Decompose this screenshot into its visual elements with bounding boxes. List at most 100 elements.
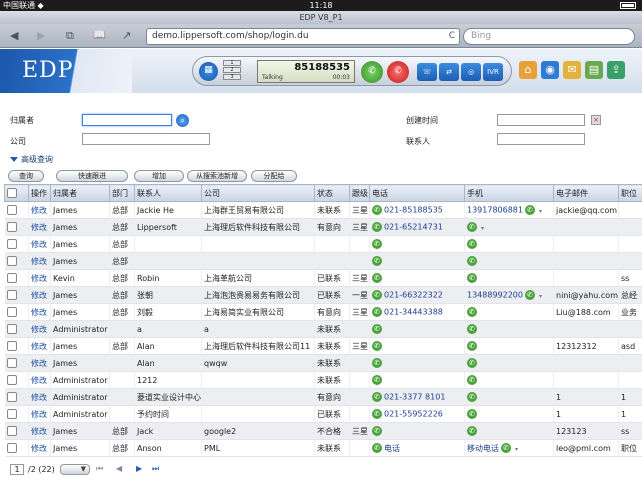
export-icon[interactable]: ⇪ <box>607 61 625 79</box>
table-row[interactable]: 修改 Kevin 总部 Robin 上海革航公司 已联系 三星 ✆ ✆ ss <box>4 269 642 287</box>
mobile-call-icon[interactable]: ✆ <box>467 392 477 402</box>
row-checkbox[interactable] <box>6 290 17 300</box>
bookmarks-icon[interactable]: 📖 <box>93 29 105 43</box>
prev-page-icon[interactable]: ◀ <box>116 464 122 473</box>
mobile-cell[interactable]: 13488992200 ✆ ▾ <box>464 286 554 304</box>
company-input[interactable] <box>82 133 210 145</box>
hangup-call-icon[interactable]: ✆ <box>387 61 409 83</box>
table-row[interactable]: 修改 James Alan qwqw 未联系 ✆ ✆ <box>4 354 642 372</box>
phone-call-icon[interactable]: ✆ <box>372 239 382 249</box>
url-field[interactable]: demo.lippersoft.com/shop/login.du C <box>146 28 460 45</box>
edit-link-text[interactable]: 修改 <box>31 223 47 232</box>
printer-icon[interactable]: ▤ <box>585 61 603 79</box>
mobile-cell[interactable]: ✆ <box>464 422 554 440</box>
mail-icon[interactable]: ✉ <box>563 61 581 79</box>
phone-call-icon[interactable]: ✆ <box>372 256 382 266</box>
row-select-cell[interactable] <box>4 337 29 355</box>
transfer-icon[interactable]: ⇄ <box>439 63 459 81</box>
row-select-cell[interactable] <box>4 388 29 406</box>
last-page-icon[interactable]: ⏭ <box>152 464 159 474</box>
phone-call-icon[interactable]: ✆ <box>372 273 382 283</box>
edit-link[interactable]: 修改 <box>28 218 51 236</box>
dropdown-icon[interactable]: ▾ <box>539 293 542 300</box>
answer-call-icon[interactable]: ✆ <box>361 61 383 83</box>
phone-cell[interactable]: ✆ 021-3377 8101 <box>369 388 465 406</box>
phone-call-icon[interactable]: ✆ <box>372 392 382 402</box>
phone-cell[interactable]: ✆ 021-55952226 <box>369 405 465 423</box>
table-row[interactable]: 修改 James 总部 张朝 上海泡泡贵易易务有限公司 已联系 一星 ✆ 021-6632232… <box>4 286 642 304</box>
table-row[interactable]: 修改 James 总部 Anson PML 未联系 ✆ 电话 移动电话 ✆ ▾ leo@pml.com… <box>4 439 642 457</box>
edit-link-text[interactable]: 修改 <box>31 376 47 385</box>
select-all-checkbox[interactable] <box>7 188 17 198</box>
phone-call-icon[interactable]: ✆ <box>372 375 382 385</box>
phone-cell[interactable]: ✆ <box>369 422 465 440</box>
row-select-cell[interactable] <box>4 371 29 389</box>
edit-link-text[interactable]: 修改 <box>31 444 47 453</box>
table-row[interactable]: 修改 James 总部 ✆ ✆ <box>4 235 642 253</box>
row-checkbox[interactable] <box>6 443 17 453</box>
col-header-mobile[interactable]: 手机 <box>464 184 554 202</box>
phone-cell[interactable]: ✆ <box>369 354 465 372</box>
mobile-cell[interactable]: ✆ <box>464 405 554 423</box>
dropdown-icon[interactable]: ▾ <box>539 208 542 215</box>
query-button[interactable]: 查询 <box>8 170 44 182</box>
conference-icon[interactable]: ◎ <box>461 63 481 81</box>
phone-cell[interactable]: ✆ 021-65214731 <box>369 218 465 236</box>
row-checkbox[interactable] <box>6 426 17 436</box>
mobile-call-icon[interactable]: ✆ <box>467 307 477 317</box>
phone-call-icon[interactable]: ✆ <box>372 426 382 436</box>
phone-cell[interactable]: ✆ <box>369 269 465 287</box>
edit-link-text[interactable]: 修改 <box>31 308 47 317</box>
first-page-icon[interactable]: ⏮ <box>96 464 103 474</box>
phone-cell[interactable]: ✆ <box>369 320 465 338</box>
table-row[interactable]: 修改 James 总部 ✆ ✆ <box>4 252 642 270</box>
col-header-status[interactable]: 状态 <box>314 184 350 202</box>
edit-link-text[interactable]: 修改 <box>31 206 47 215</box>
table-row[interactable]: 修改 Administrator 予约时间 已联系 ✆ 021-55952226 ✆ 1 1 <box>4 405 642 423</box>
dialpad-icon[interactable]: ▦ <box>199 62 218 81</box>
edit-link[interactable]: 修改 <box>28 303 51 321</box>
col-header-title[interactable]: 职位 <box>618 184 642 202</box>
table-row[interactable]: 修改 James 总部 Lippersoft 上海理后软件科技有限公司 有意向 三星 ✆ 021… <box>4 218 642 236</box>
edit-link-text[interactable]: 修改 <box>31 359 47 368</box>
mobile-cell[interactable]: ✆ <box>464 354 554 372</box>
mobile-cell[interactable]: ✆ ▾ <box>464 218 554 236</box>
phone-call-icon[interactable]: ✆ <box>372 324 382 334</box>
mobile-call-icon[interactable]: ✆ <box>467 426 477 436</box>
phone-cell[interactable]: ✆ 电话 <box>369 439 465 457</box>
row-checkbox[interactable] <box>6 358 17 368</box>
row-select-cell[interactable] <box>4 422 29 440</box>
row-checkbox[interactable] <box>6 239 17 249</box>
row-select-cell[interactable] <box>4 354 29 372</box>
table-row[interactable]: 修改 Administrator a a 未联系 ✆ ✆ <box>4 320 642 338</box>
edit-link[interactable]: 修改 <box>28 286 51 304</box>
mobile-call-icon[interactable]: ✆ <box>525 290 535 300</box>
select-all-header[interactable] <box>4 184 29 202</box>
hold-icon[interactable]: ☏ <box>417 63 437 81</box>
tabs-icon[interactable]: ⧉ <box>66 29 74 43</box>
phone-cell[interactable]: ✆ 021-85188535 <box>369 201 465 219</box>
edit-link-text[interactable]: 修改 <box>31 410 47 419</box>
row-checkbox[interactable] <box>6 205 17 215</box>
mobile-cell[interactable]: 13917806881 ✆ ▾ <box>464 201 554 219</box>
row-select-cell[interactable] <box>4 235 29 253</box>
row-checkbox[interactable] <box>6 256 17 266</box>
row-checkbox[interactable] <box>6 307 17 317</box>
row-checkbox[interactable] <box>6 375 17 385</box>
mobile-cell[interactable]: ✆ <box>464 320 554 338</box>
edit-link[interactable]: 修改 <box>28 337 51 355</box>
mobile-call-icon[interactable]: ✆ <box>467 324 477 334</box>
row-select-cell[interactable] <box>4 252 29 270</box>
mobile-cell[interactable]: 移动电话 ✆ ▾ <box>464 439 554 457</box>
mobile-cell[interactable]: ✆ <box>464 252 554 270</box>
line-2[interactable]: 2 <box>223 67 241 73</box>
edit-link-text[interactable]: 修改 <box>31 240 47 249</box>
ivr-button[interactable]: IVR <box>483 63 503 81</box>
table-row[interactable]: 修改 James 总部 Alan 上海理后软件科技有限公司11 未联系 三星 ✆ ✆ 123123… <box>4 337 642 355</box>
page-input[interactable]: 1 <box>10 464 24 475</box>
phone-call-icon[interactable]: ✆ <box>372 205 382 215</box>
row-checkbox[interactable] <box>6 341 17 351</box>
mobile-cell[interactable]: ✆ <box>464 269 554 287</box>
mobile-call-icon[interactable]: ✆ <box>467 256 477 266</box>
phone-cell[interactable]: ✆ <box>369 371 465 389</box>
